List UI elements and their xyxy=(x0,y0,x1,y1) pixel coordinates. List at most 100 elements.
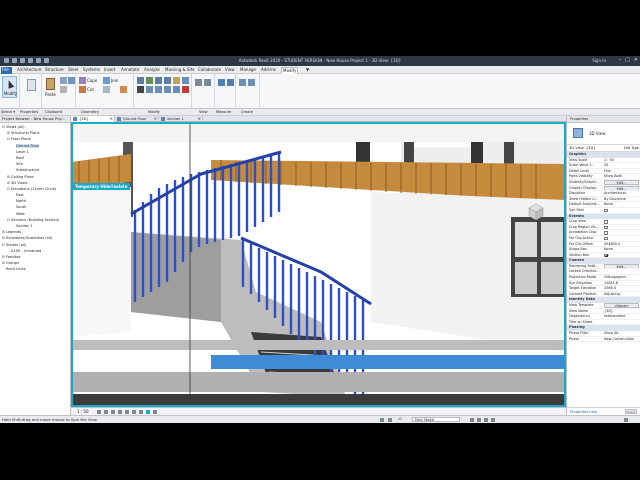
tab-massing-site[interactable]: Massing & Site xyxy=(164,67,196,74)
property-edit-button[interactable]: Edit... xyxy=(604,179,639,185)
array-icon[interactable] xyxy=(173,86,180,93)
move-icon[interactable] xyxy=(137,86,144,93)
tab-file[interactable]: File xyxy=(1,67,12,74)
delete-icon[interactable] xyxy=(182,86,189,93)
rotate-icon[interactable] xyxy=(155,86,162,93)
viewcube-icon[interactable] xyxy=(525,201,547,223)
create-group-label: Create xyxy=(241,110,253,114)
drag-elements-icon[interactable] xyxy=(491,418,495,422)
tab-systems[interactable]: Systems xyxy=(82,67,101,74)
browser-node-label: Groups xyxy=(6,261,19,266)
modify-button[interactable]: Modify xyxy=(2,76,17,98)
tab-section-1-label: Section 1 xyxy=(167,117,184,121)
sun-path-icon[interactable] xyxy=(111,410,115,414)
project-browser-title: Project Browser - New House Proj... xyxy=(0,116,70,123)
property-row[interactable]: Title on Sheet xyxy=(567,320,640,326)
cope-label[interactable]: Cope xyxy=(87,78,97,83)
tab-architecture[interactable]: Architecture xyxy=(16,67,43,74)
browser-node-label: South xyxy=(16,205,27,210)
reveal-hidden-icon[interactable] xyxy=(153,410,157,414)
join-label[interactable]: Join xyxy=(111,78,118,83)
apply-button[interactable]: Apply xyxy=(625,409,637,414)
edit-type-button[interactable]: Edit Type xyxy=(624,146,639,151)
paste-icon[interactable] xyxy=(46,78,55,90)
maximize-icon[interactable]: □ xyxy=(625,57,630,63)
create-assembly-icon[interactable] xyxy=(239,79,246,86)
cut-icon[interactable] xyxy=(60,86,67,93)
type-selector[interactable]: 3D View xyxy=(567,123,640,145)
browser-node-label: Floor Plans xyxy=(11,137,31,142)
property-checkbox[interactable] xyxy=(604,231,608,235)
select-dropdown[interactable]: Select ▾ xyxy=(1,110,15,114)
properties-icon[interactable] xyxy=(27,79,36,91)
tab-structure[interactable]: Structure xyxy=(44,67,65,74)
copy-icon[interactable] xyxy=(60,77,67,84)
split-icon[interactable] xyxy=(173,77,180,84)
temporary-hide-icon[interactable] xyxy=(146,410,150,414)
mirror-icon[interactable] xyxy=(155,77,162,84)
property-row[interactable]: Section Box xyxy=(567,253,640,259)
property-checkbox[interactable] xyxy=(604,208,608,213)
tab-collaborate[interactable]: Collaborate xyxy=(197,67,222,74)
property-checkbox[interactable] xyxy=(604,236,608,241)
show-crop-icon[interactable] xyxy=(132,410,136,414)
sign-in-link[interactable]: Sign In xyxy=(592,58,606,63)
3d-viewport[interactable] xyxy=(71,122,566,407)
create-group-icon[interactable] xyxy=(248,79,255,86)
align-icon[interactable] xyxy=(137,77,144,84)
hide-icon[interactable] xyxy=(195,79,202,86)
design-options-icon[interactable] xyxy=(388,418,392,422)
property-checkbox[interactable] xyxy=(604,220,608,224)
tab-overflow[interactable]: ▼ xyxy=(305,67,310,74)
filter-icon[interactable] xyxy=(624,418,628,422)
copy-element-icon[interactable] xyxy=(146,86,153,93)
detail-level-icon[interactable] xyxy=(97,410,101,414)
tab-add-ins[interactable]: Add-Ins xyxy=(260,67,277,74)
offset-icon[interactable] xyxy=(146,77,153,84)
instance-filter[interactable]: 3D View: {3D} Edit Type xyxy=(567,145,640,152)
properties-help-link[interactable]: Properties help xyxy=(570,410,597,414)
minimize-icon[interactable]: – xyxy=(619,57,622,63)
tab-view[interactable]: View xyxy=(224,67,236,74)
tab-manage[interactable]: Manage xyxy=(239,67,257,74)
match-type-icon[interactable] xyxy=(68,77,75,84)
property-edit-button[interactable]: Edit... xyxy=(604,185,639,191)
property-edit-button[interactable]: Edit... xyxy=(604,263,639,269)
worksets-icon[interactable] xyxy=(380,418,384,422)
tab-insert[interactable]: Insert xyxy=(103,67,116,74)
override-icon[interactable] xyxy=(204,79,211,86)
property-checkbox[interactable] xyxy=(604,225,608,230)
model-scene[interactable] xyxy=(71,122,566,407)
visual-style-icon[interactable] xyxy=(104,410,108,414)
wall-joins-icon[interactable] xyxy=(103,86,110,93)
mirror-draw-icon[interactable] xyxy=(164,77,171,84)
paint-icon[interactable] xyxy=(120,86,127,93)
dimension-icon[interactable] xyxy=(227,79,234,86)
active-model-select[interactable]: Main Model xyxy=(412,417,460,422)
select-by-face-icon[interactable] xyxy=(484,418,488,422)
tab-steel[interactable]: Steel xyxy=(67,67,79,74)
shadows-icon[interactable] xyxy=(118,410,122,414)
measure-icon[interactable] xyxy=(218,79,225,86)
tab-modify[interactable]: Modify xyxy=(281,67,299,74)
crop-view-icon[interactable] xyxy=(125,410,129,414)
cope-icon[interactable] xyxy=(79,77,86,84)
join-icon[interactable] xyxy=(103,77,110,84)
view-scale[interactable]: 1 : 50 xyxy=(77,409,89,414)
cut-geometry-icon[interactable] xyxy=(79,86,86,93)
close-icon[interactable]: ✕ xyxy=(634,57,638,63)
select-pinned-icon[interactable] xyxy=(477,418,481,422)
browser-node[interactable]: Revit Links xyxy=(0,266,70,272)
property-row[interactable]: Camera Position Adjusting xyxy=(567,292,640,298)
property-checkbox[interactable] xyxy=(604,253,608,258)
select-links-icon[interactable] xyxy=(470,418,474,422)
cut-label[interactable]: Cut xyxy=(87,87,94,92)
property-edit-button[interactable]: <None> xyxy=(604,303,639,308)
property-row[interactable]: Sun Path xyxy=(567,208,640,214)
tab-analyze[interactable]: Analyze xyxy=(143,67,161,74)
lock-view-icon[interactable] xyxy=(139,410,143,414)
scale-icon[interactable] xyxy=(182,77,189,84)
tab-annotate[interactable]: Annotate xyxy=(120,67,140,74)
property-row[interactable]: Phase New Construction xyxy=(567,337,640,343)
trim-icon[interactable] xyxy=(164,86,171,93)
